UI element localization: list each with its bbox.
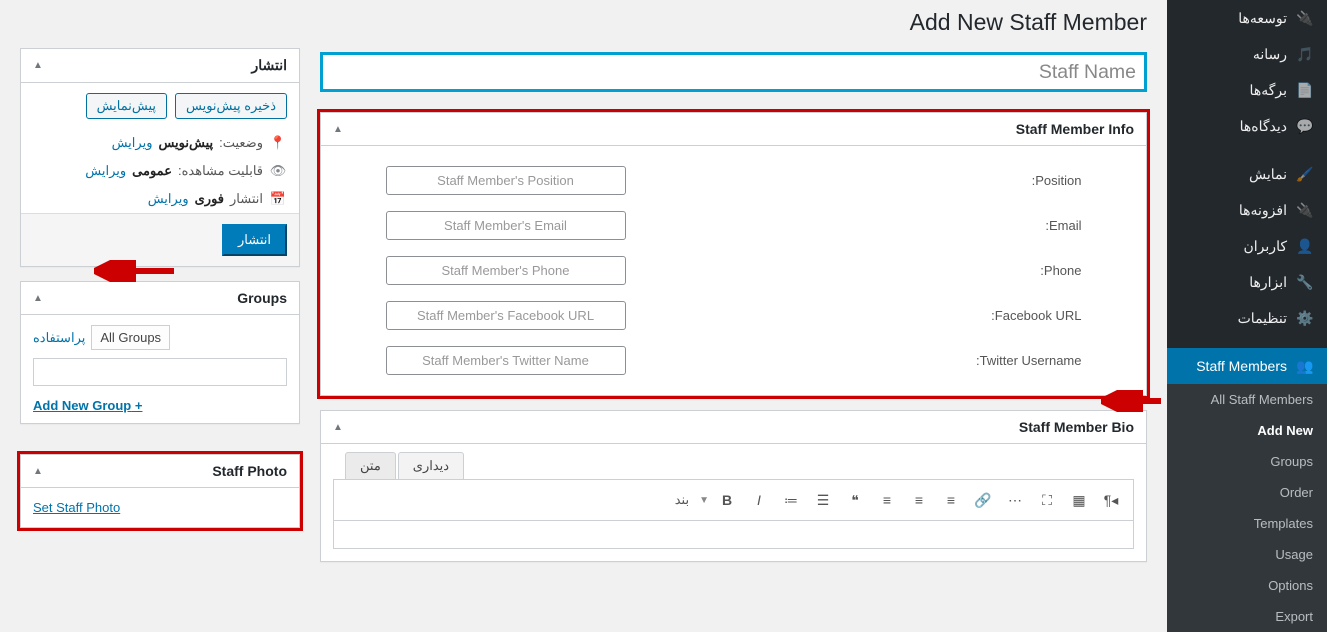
collapse-toggle-icon[interactable]: ▲ [333,124,343,135]
page-title: Add New Staff Member [320,9,1147,36]
add-new-group-link[interactable]: + Add New Group [33,398,142,413]
collapse-toggle-icon[interactable]: ▲ [33,466,43,477]
collapse-toggle-icon[interactable]: ▲ [33,293,43,304]
menu-separator [1167,144,1327,156]
phone-input[interactable] [386,256,626,285]
menu-item-plugins[interactable]: 🔌افزونه‌ها [1167,192,1327,228]
publish-metabox: انتشار ▲ ذخیره پیش‌نویس پیش‌نمایش 📍 وضعی… [20,48,300,267]
facebook-label: Facebook URL: [991,308,1081,323]
groups-metabox: Groups ▲ All Groups پراستفاده + Add New … [20,281,300,424]
save-draft-button[interactable]: ذخیره پیش‌نویس [175,93,287,119]
page-header: Add New Staff Member [320,0,1147,40]
position-label: Position: [1032,173,1082,188]
page-icon: 📄 [1295,80,1315,100]
more-icon[interactable]: ⋯ [1001,486,1029,514]
staff-photo-metabox: Staff Photo ▲ Set Staff Photo [20,454,300,528]
staff-info-metabox: Staff Member Info ▲ Position: Email: Pho… [320,112,1147,396]
admin-sidebar: 🔌توسعه‌ها 🎵رسانه 📄برگه‌ها 💬دیدگاه‌ها 🖌️ن… [1167,0,1327,592]
users-icon: 👥 [1295,356,1315,376]
staff-bio-title: Staff Member Bio [1019,419,1134,435]
twitter-input[interactable] [386,346,626,375]
paragraph-dir-icon[interactable]: ¶◂ [1097,486,1125,514]
group-selector-box[interactable] [33,358,287,386]
wrench-icon: 🔧 [1295,272,1315,292]
menu-item-users[interactable]: 👤کاربران [1167,228,1327,264]
submenu-all-staff[interactable]: All Staff Members [1167,384,1327,415]
comment-icon: 💬 [1295,116,1315,136]
staff-bio-metabox: Staff Member Bio ▲ متن دیداری بند ▼ B I … [320,410,1147,562]
toolbar-toggle-icon[interactable]: ▦ [1065,486,1093,514]
submenu-add-new[interactable]: Add New [1167,415,1327,446]
menu-item-pages[interactable]: 📄برگه‌ها [1167,72,1327,108]
most-used-tab[interactable]: پراستفاده [33,330,85,346]
editor-tab-text[interactable]: متن [345,452,396,479]
twitter-label: Twitter Username: [976,353,1082,368]
menu-separator [1167,336,1327,348]
menu-item-tools[interactable]: 🔧ابزارها [1167,264,1327,300]
plugin-icon: 🔌 [1295,200,1315,220]
bullet-list-icon[interactable]: ≔ [777,486,805,514]
facebook-input[interactable] [386,301,626,330]
media-icon: 🎵 [1295,44,1315,64]
fullscreen-icon[interactable]: ⛶ [1033,486,1061,514]
visibility-row: 👁 قابلیت مشاهده: عمومی ویرایش [21,157,299,185]
bold-icon[interactable]: B [713,486,741,514]
submenu-export[interactable]: Export [1167,601,1327,632]
align-right-icon[interactable]: ≡ [873,486,901,514]
email-input[interactable] [386,211,626,240]
submenu-templates[interactable]: Templates [1167,508,1327,539]
numbered-list-icon[interactable]: ☰ [809,486,837,514]
editor-tab-visual[interactable]: دیداری [398,452,464,479]
editor-toolbar: بند ▼ B I ≔ ☰ ❝ ≡ ≡ ≡ 🔗 ⋯ ⛶ ▦ ¶ [333,479,1134,521]
menu-item-plugins-top[interactable]: 🔌توسعه‌ها [1167,0,1327,36]
submenu-groups[interactable]: Groups [1167,446,1327,477]
align-center-icon[interactable]: ≡ [905,486,933,514]
menu-item-media[interactable]: 🎵رسانه [1167,36,1327,72]
paragraph-selector[interactable]: بند [669,492,695,508]
set-staff-photo-link[interactable]: Set Staff Photo [33,500,120,515]
preview-button[interactable]: پیش‌نمایش [86,93,167,119]
staff-info-title: Staff Member Info [1016,121,1134,137]
collapse-toggle-icon[interactable]: ▲ [333,422,343,433]
calendar-icon: 📅 [269,191,287,207]
position-input[interactable] [386,166,626,195]
collapse-toggle-icon[interactable]: ▲ [33,60,43,71]
pin-icon: 📍 [269,135,287,151]
staff-name-input[interactable] [320,52,1147,92]
publish-button[interactable]: انتشار [222,224,287,256]
edit-visibility-link[interactable]: ویرایش [85,163,126,179]
submenu-options[interactable]: Options [1167,570,1327,601]
sliders-icon: ⚙️ [1295,308,1315,328]
eye-icon: 👁 [269,163,287,179]
italic-icon[interactable]: I [745,486,773,514]
menu-item-settings[interactable]: ⚙️تنظیمات [1167,300,1327,336]
quote-icon[interactable]: ❝ [841,486,869,514]
link-icon[interactable]: 🔗 [969,486,997,514]
edit-status-link[interactable]: ویرایش [112,135,153,151]
status-row: 📍 وضعیت: پیش‌نویس ویرایش [21,129,299,157]
submenu-usage[interactable]: Usage [1167,539,1327,570]
menu-item-appearance[interactable]: 🖌️نمایش [1167,156,1327,192]
menu-item-comments[interactable]: 💬دیدگاه‌ها [1167,108,1327,144]
brush-icon: 🖌️ [1295,164,1315,184]
edit-schedule-link[interactable]: ویرایش [148,191,189,207]
email-label: Email: [1045,218,1081,233]
groups-title: Groups [237,290,287,306]
phone-label: Phone: [1040,263,1081,278]
user-icon: 👤 [1295,236,1315,256]
align-left-icon[interactable]: ≡ [937,486,965,514]
menu-item-staff-members[interactable]: 👥Staff Members [1167,348,1327,384]
staff-photo-title: Staff Photo [212,463,287,479]
plug-icon: 🔌 [1295,8,1315,28]
schedule-row: 📅 انتشار فوری ویرایش [21,185,299,213]
all-groups-tab[interactable]: All Groups [91,325,170,350]
submenu-order[interactable]: Order [1167,477,1327,508]
editor-body[interactable] [333,521,1134,549]
publish-title: انتشار [251,57,287,74]
